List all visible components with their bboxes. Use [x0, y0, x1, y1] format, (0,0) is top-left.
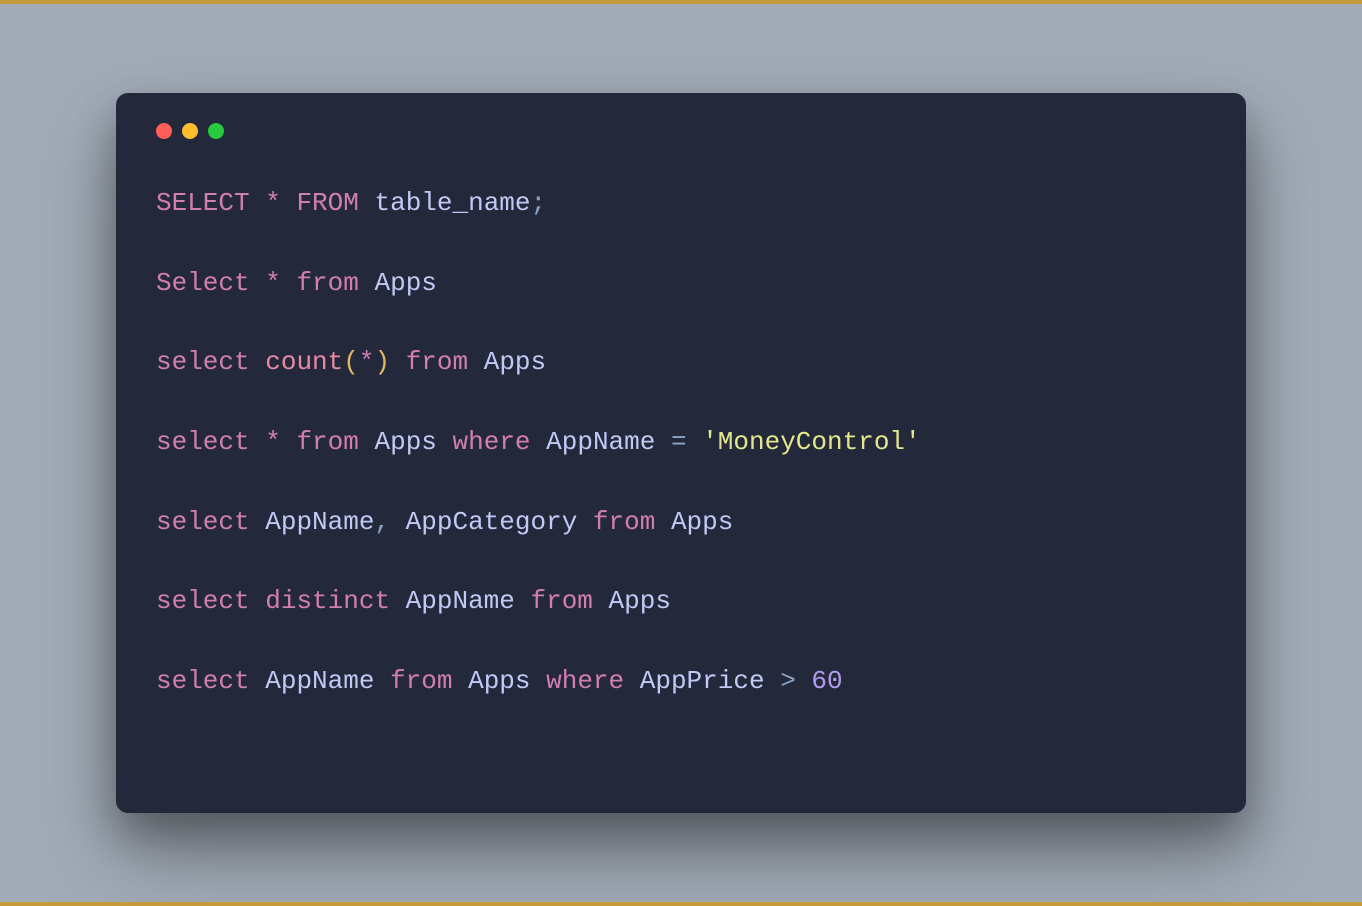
code-token: Select: [156, 268, 250, 298]
code-token: *: [265, 427, 281, 457]
code-token: >: [780, 666, 796, 696]
code-token: select: [156, 586, 250, 616]
code-token: [687, 427, 703, 457]
code-token: SELECT: [156, 188, 250, 218]
code-token: [250, 586, 266, 616]
code-token: *: [265, 188, 281, 218]
code-line: select * from Apps where AppName = 'Mone…: [156, 424, 1206, 462]
code-token: Apps: [374, 427, 436, 457]
code-token: [765, 666, 781, 696]
code-token: AppPrice: [640, 666, 765, 696]
code-token: [468, 347, 484, 377]
code-token: [390, 347, 406, 377]
code-token: [250, 188, 266, 218]
code-token: [390, 586, 406, 616]
code-token: [655, 507, 671, 537]
code-token: ,: [374, 507, 390, 537]
code-line: Select * from Apps: [156, 265, 1206, 303]
code-token: [359, 188, 375, 218]
code-token: [531, 427, 547, 457]
code-token: [359, 427, 375, 457]
code-token: table_name: [374, 188, 530, 218]
code-line: SELECT * FROM table_name;: [156, 185, 1206, 223]
window-controls: [156, 123, 1206, 139]
code-token: from: [390, 666, 452, 696]
code-token: [577, 507, 593, 537]
code-token: select: [156, 507, 250, 537]
code-token: where: [453, 427, 531, 457]
code-token: [250, 507, 266, 537]
code-token: 60: [811, 666, 842, 696]
code-token: [374, 666, 390, 696]
code-token: [452, 666, 468, 696]
code-token: [250, 268, 266, 298]
code-token: from: [406, 347, 468, 377]
code-token: =: [671, 427, 687, 457]
code-line: select AppName, AppCategory from Apps: [156, 504, 1206, 542]
code-token: select: [156, 427, 250, 457]
code-token: Apps: [484, 347, 546, 377]
minimize-icon[interactable]: [182, 123, 198, 139]
code-token: [655, 427, 671, 457]
code-line: select count(*) from Apps: [156, 344, 1206, 382]
code-token: AppName: [265, 507, 374, 537]
code-token: [390, 507, 406, 537]
code-line: select distinct AppName from Apps: [156, 583, 1206, 621]
code-token: from: [296, 427, 358, 457]
code-token: ;: [531, 188, 547, 218]
code-token: Apps: [671, 507, 733, 537]
code-token: [250, 666, 266, 696]
code-token: AppName: [265, 666, 374, 696]
close-icon[interactable]: [156, 123, 172, 139]
code-token: [281, 427, 297, 457]
maximize-icon[interactable]: [208, 123, 224, 139]
code-card: SELECT * FROM table_name; Select * from A…: [116, 93, 1246, 813]
code-token: [593, 586, 609, 616]
code-token: [250, 427, 266, 457]
code-token: [250, 347, 266, 377]
code-token: [796, 666, 812, 696]
code-token: from: [593, 507, 655, 537]
code-token: [531, 666, 547, 696]
code-token: where: [546, 666, 624, 696]
code-token: *: [359, 347, 375, 377]
code-token: [281, 268, 297, 298]
code-token: select: [156, 666, 250, 696]
code-token: Apps: [468, 666, 530, 696]
code-token: from: [531, 586, 593, 616]
code-token: [437, 427, 453, 457]
code-token: 'MoneyControl': [702, 427, 920, 457]
code-token: select: [156, 347, 250, 377]
code-token: count: [265, 347, 343, 377]
code-token: ): [374, 347, 390, 377]
code-token: *: [265, 268, 281, 298]
code-token: [281, 188, 297, 218]
code-token: (: [343, 347, 359, 377]
code-token: Apps: [374, 268, 436, 298]
code-token: [515, 586, 531, 616]
code-token: from: [296, 268, 358, 298]
code-token: [359, 268, 375, 298]
code-token: Apps: [609, 586, 671, 616]
code-token: AppName: [546, 427, 655, 457]
code-token: distinct: [265, 586, 390, 616]
code-token: [624, 666, 640, 696]
code-token: AppCategory: [406, 507, 578, 537]
code-token: AppName: [406, 586, 515, 616]
code-token: FROM: [296, 188, 358, 218]
code-area: SELECT * FROM table_name; Select * from A…: [156, 185, 1206, 701]
code-line: select AppName from Apps where AppPrice …: [156, 663, 1206, 701]
